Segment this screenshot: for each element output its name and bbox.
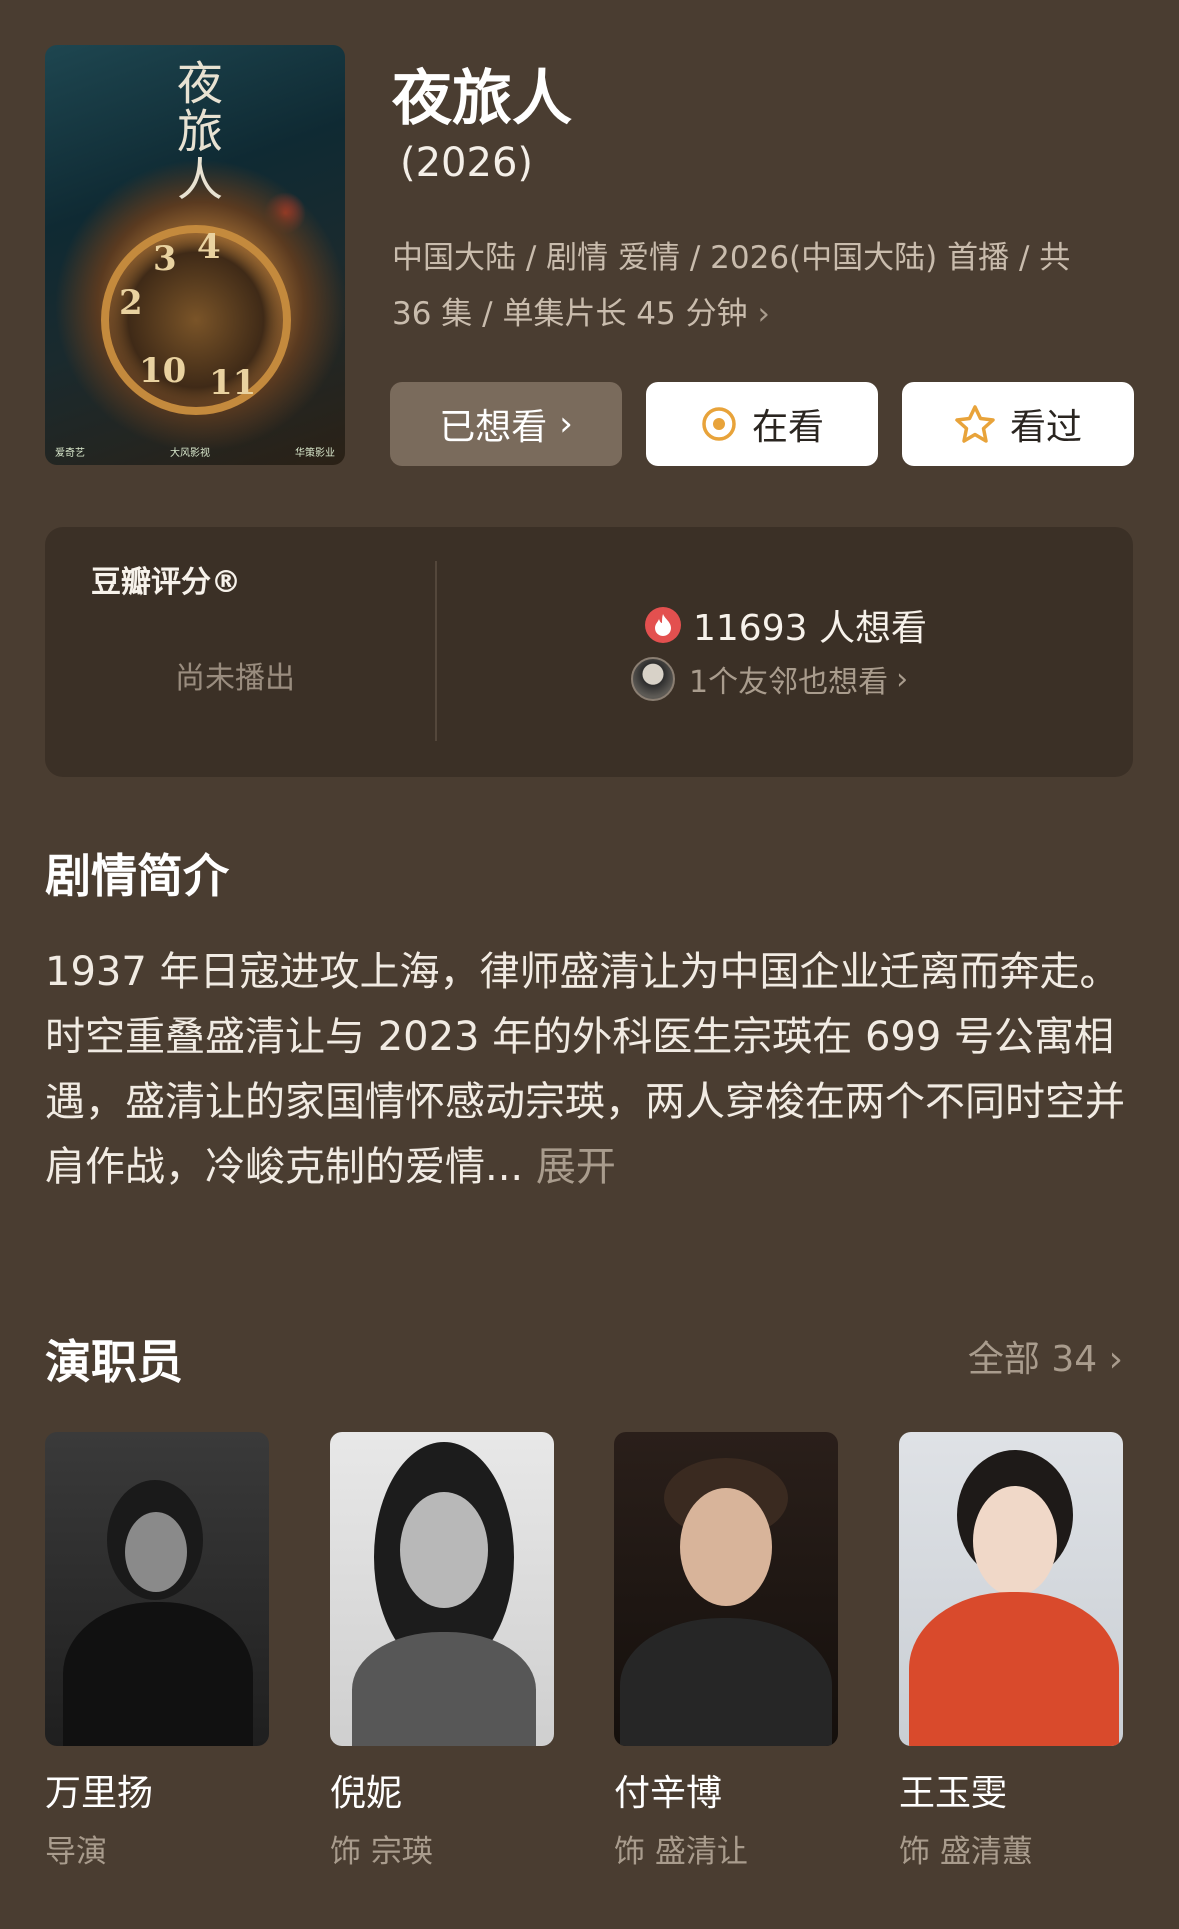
fire-icon [645, 607, 681, 643]
avatar [631, 657, 675, 701]
meta-info-link[interactable]: 中国大陆 / 剧情 爱情 / 2026(中国大陆) 首播 / 共 36 集 / … [392, 230, 1112, 342]
rating-card: 豆瓣评分® 尚未播出 11693 人想看 1个友邻也想看 › [45, 527, 1133, 777]
divider [435, 561, 437, 741]
poster-image[interactable]: 夜旅人 2 3 4 10 11 爱奇艺 大风影视 华策影业 [45, 45, 345, 465]
poster-logo: 华策影业 [295, 448, 335, 459]
cast-photo [614, 1432, 838, 1746]
clock-numeral: 11 [209, 363, 257, 403]
cast-name: 付辛博 [614, 1773, 723, 1814]
cast-name: 倪妮 [330, 1773, 403, 1814]
page-title: 夜旅人 [392, 64, 572, 134]
cast-member-card[interactable]: 付辛博 饰 盛清让 [614, 1432, 838, 1871]
wanted-button-label: 已想看 [439, 407, 548, 448]
cast-member-card[interactable]: 万里扬 导演 [45, 1432, 269, 1871]
cast-photo [899, 1432, 1123, 1746]
cast-heading: 演职员 [45, 1335, 183, 1389]
photo-figure [680, 1488, 772, 1606]
photo-figure [973, 1486, 1057, 1596]
cast-role: 饰 宗瑛 [330, 1834, 433, 1870]
clock-numeral: 10 [139, 351, 187, 391]
watched-button-label: 看过 [1009, 407, 1082, 448]
rating-status: 尚未播出 [175, 661, 295, 696]
cast-name: 万里扬 [45, 1773, 154, 1814]
poster-logos: 爱奇艺 大风影视 华策影业 [55, 444, 335, 459]
photo-figure [400, 1492, 488, 1608]
friends-text: 1个友邻也想看 [689, 665, 889, 700]
photo-figure [352, 1632, 536, 1746]
cast-role: 饰 盛清让 [614, 1834, 748, 1870]
clock-numeral: 4 [197, 227, 221, 267]
chevron-right-icon: › [559, 404, 573, 444]
clock-numeral: 3 [153, 239, 177, 279]
expand-link[interactable]: 展开 [536, 1144, 616, 1190]
poster-logo: 大风影视 [170, 448, 210, 459]
photo-figure [125, 1512, 187, 1592]
cast-name: 王玉雯 [899, 1773, 1008, 1814]
poster-logo: 爱奇艺 [55, 448, 85, 459]
cast-member-card[interactable]: 倪妮 饰 宗瑛 [330, 1432, 554, 1871]
photo-figure [620, 1618, 832, 1746]
photo-figure [63, 1602, 253, 1746]
meta-line-text: 36 集 / 单集片长 45 分钟 [392, 296, 748, 332]
watching-circle-icon [700, 405, 738, 443]
chevron-right-icon: › [896, 661, 909, 697]
release-year: (2026) [400, 140, 534, 186]
want-count-text: 11693 人想看 [693, 608, 927, 649]
poster-title-art: 夜旅人 [170, 59, 224, 203]
cast-photo [330, 1432, 554, 1746]
cast-photo [45, 1432, 269, 1746]
synopsis-heading: 剧情简介 [45, 849, 229, 903]
wanted-button[interactable]: 已想看 › [390, 382, 622, 466]
clock-numeral: 2 [119, 283, 143, 323]
cast-role: 导演 [45, 1834, 107, 1870]
watching-button-label: 在看 [751, 407, 824, 448]
chevron-right-icon: › [757, 296, 770, 332]
poster-clock-art: 2 3 4 10 11 [101, 225, 291, 415]
meta-line: 36 集 / 单集片长 45 分钟 › [392, 286, 1112, 342]
meta-line: 中国大陆 / 剧情 爱情 / 2026(中国大陆) 首播 / 共 [392, 240, 1071, 276]
friends-also-want-link[interactable]: 1个友邻也想看 › [631, 657, 908, 701]
cast-member-card[interactable]: 王玉雯 饰 盛清蕙 [899, 1432, 1123, 1871]
watched-button[interactable]: 看过 [902, 382, 1134, 466]
cast-role: 饰 盛清蕙 [899, 1834, 1033, 1870]
star-icon [954, 404, 996, 444]
want-count: 11693 人想看 [645, 599, 927, 651]
watching-button[interactable]: 在看 [646, 382, 878, 466]
douban-rating-label: 豆瓣评分® [91, 565, 241, 600]
synopsis-text-block: 1937 年日寇进攻上海，律师盛清让为中国企业迁离而奔走。时空重叠盛清让与 20… [45, 940, 1130, 1200]
photo-figure [909, 1592, 1119, 1746]
all-cast-link[interactable]: 全部 34 › [968, 1330, 1123, 1382]
